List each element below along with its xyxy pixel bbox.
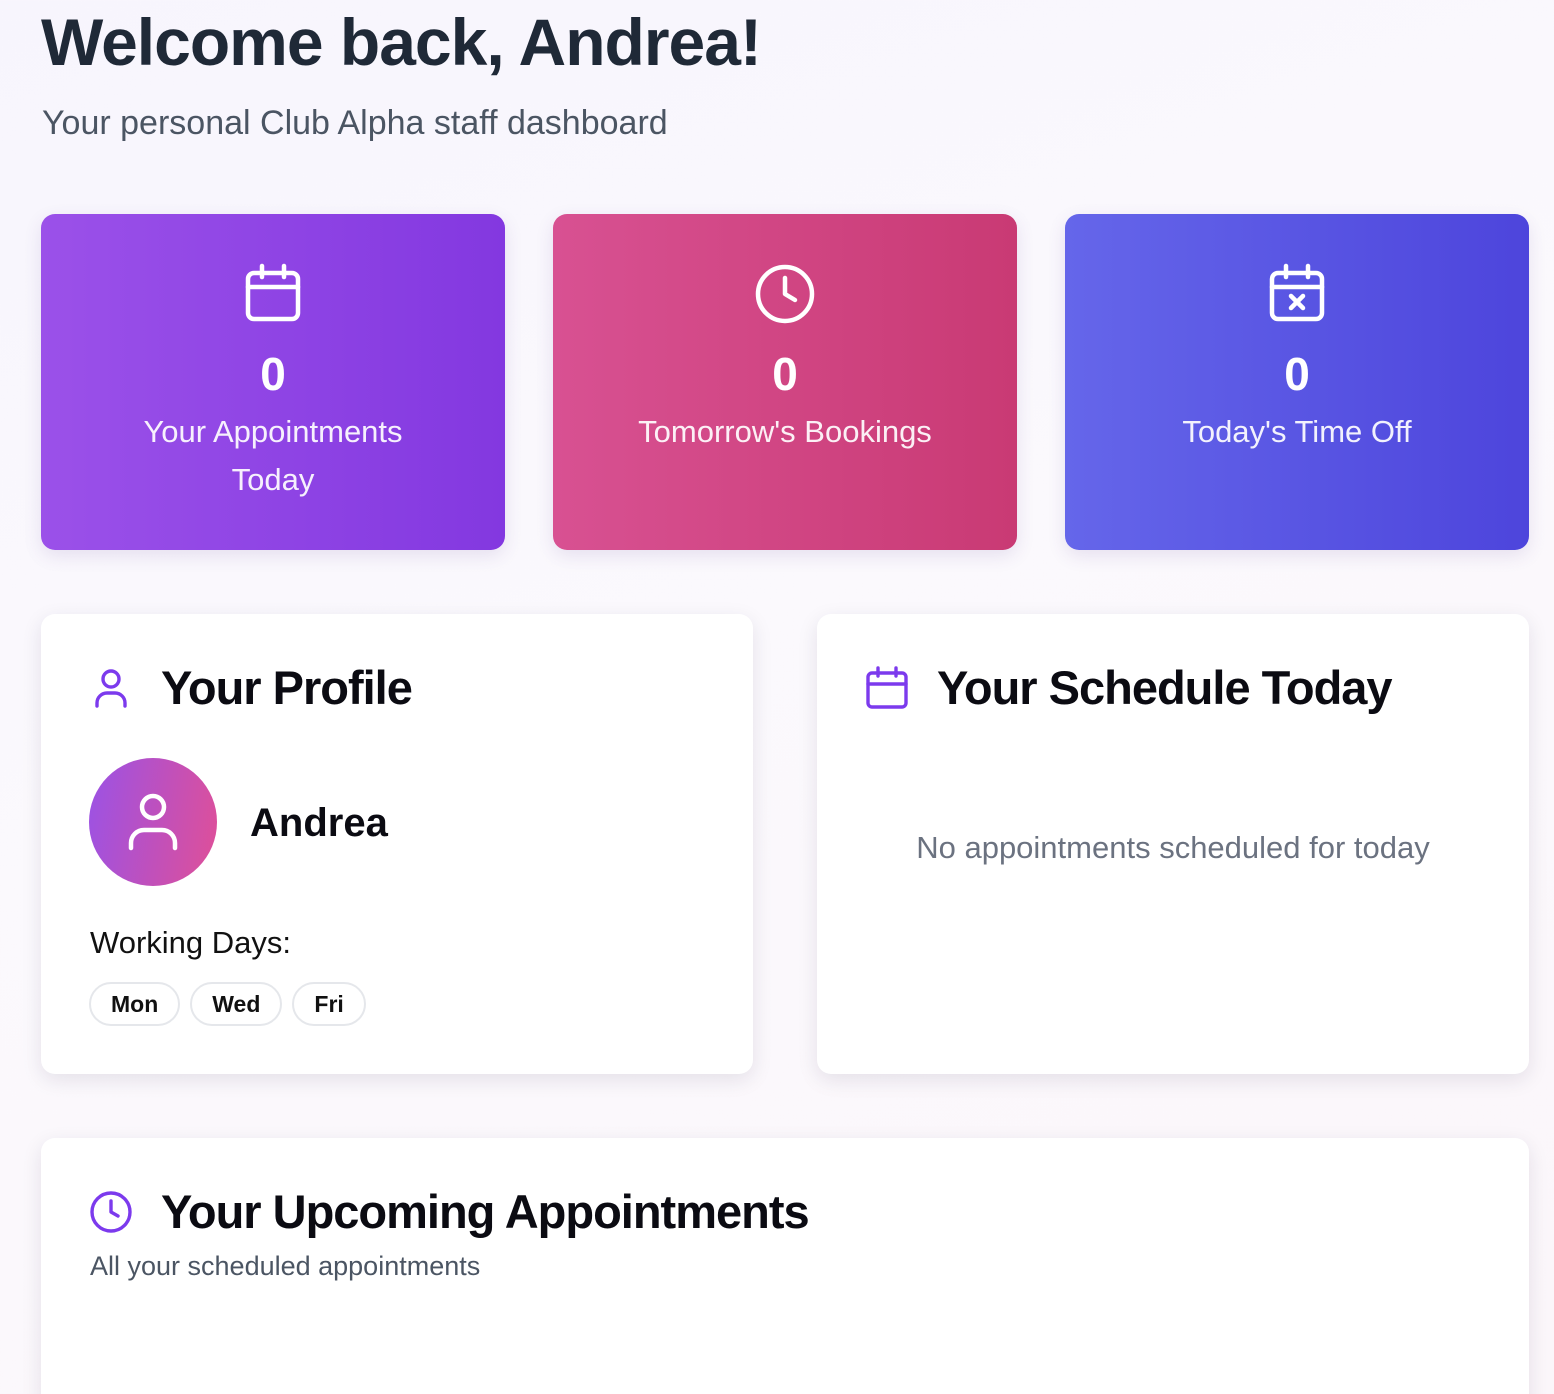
clock-icon [753,262,817,326]
stat-card-tomorrow-bookings: 0 Tomorrow's Bookings [553,214,1017,550]
profile-name: Andrea [250,801,388,845]
profile-panel: Your Profile Andrea Working Days: Mon We… [41,614,753,1074]
upcoming-subtitle: All your scheduled appointments [90,1251,481,1281]
working-day-badge: Mon [89,982,181,1026]
calendar-icon [865,666,909,710]
user-icon [89,666,133,710]
stat-card-time-off: 0 Today's Time Off [1065,214,1529,550]
working-day-badge: Wed [190,982,283,1026]
calendar-icon [241,262,305,326]
stat-label: Today's Time Off [1182,414,1412,449]
page-title: Welcome back, Andrea! [41,5,762,79]
stat-value: 0 [1284,348,1310,400]
user-icon [128,793,178,851]
upcoming-title: Your Upcoming Appointments [161,1185,810,1238]
upcoming-appointments-panel: Your Upcoming Appointments All your sche… [41,1138,1529,1394]
empty-schedule-message: No appointments scheduled for today [916,830,1430,865]
schedule-header: Your Schedule Today [865,660,1393,716]
upcoming-header: Your Upcoming Appointments [89,1184,810,1240]
page-subtitle: Your personal Club Alpha staff dashboard [42,104,668,142]
stat-label: Your Appointments Today [143,414,403,497]
stat-label: Tomorrow's Bookings [638,414,932,449]
schedule-title: Your Schedule Today [937,661,1393,714]
stat-value: 0 [260,348,286,400]
working-days-list: Mon Wed Fri [89,982,376,1026]
stat-value: 0 [772,348,798,400]
profile-title: Your Profile [161,661,413,714]
schedule-panel: Your Schedule Today No appointments sche… [817,614,1529,1074]
working-days-label: Working Days: [90,925,291,960]
profile-header: Your Profile [89,660,413,716]
clock-icon [89,1190,133,1234]
calendar-x-icon [1265,262,1329,326]
stat-card-appointments-today: 0 Your Appointments Today [41,214,505,550]
working-day-badge: Fri [292,982,366,1026]
avatar [89,758,217,886]
